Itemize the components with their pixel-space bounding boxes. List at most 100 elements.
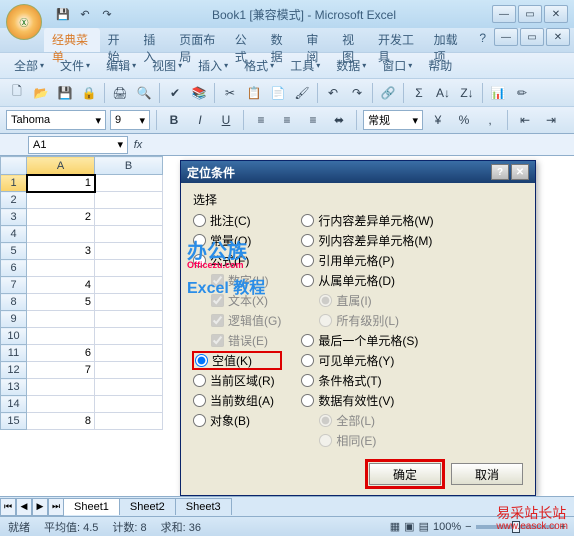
cell[interactable] <box>95 294 163 311</box>
help-icon[interactable]: ? <box>471 28 494 52</box>
align-right-icon[interactable]: ≡ <box>302 109 324 131</box>
cell[interactable] <box>95 362 163 379</box>
cell[interactable] <box>27 260 95 277</box>
cell[interactable] <box>27 192 95 209</box>
col-header-a[interactable]: A <box>27 157 95 175</box>
menu-edit[interactable]: 编辑▾ <box>98 54 144 77</box>
dialog-close-button[interactable]: ✕ <box>511 164 529 180</box>
cell[interactable]: 3 <box>27 243 95 260</box>
radio-current-array[interactable]: 当前数组(A) <box>193 392 281 409</box>
cell[interactable] <box>95 379 163 396</box>
row-header[interactable]: 4 <box>1 226 27 243</box>
row-header[interactable]: 8 <box>1 294 27 311</box>
radio-precedents[interactable]: 引用单元格(P) <box>301 252 433 269</box>
radio-cond-fmt[interactable]: 条件格式(T) <box>301 372 433 389</box>
row-header[interactable]: 11 <box>1 345 27 362</box>
sort-asc-icon[interactable]: A↓ <box>432 82 454 104</box>
cell[interactable] <box>27 396 95 413</box>
menu-view[interactable]: 视图▾ <box>144 54 190 77</box>
undo-icon[interactable]: ↶ <box>322 82 344 104</box>
row-header[interactable]: 3 <box>1 209 27 226</box>
menu-all[interactable]: 全部▾ <box>6 54 52 77</box>
radio-blanks[interactable]: 空值(K) <box>193 352 281 369</box>
wb-restore-button[interactable]: ▭ <box>520 28 544 46</box>
radio-visible[interactable]: 可见单元格(Y) <box>301 352 433 369</box>
radio-row-diff[interactable]: 行内容差异单元格(W) <box>301 212 433 229</box>
cell[interactable] <box>27 311 95 328</box>
cut-icon[interactable]: ✂ <box>219 82 241 104</box>
close-button[interactable]: ✕ <box>544 5 568 23</box>
percent-icon[interactable]: % <box>453 109 475 131</box>
wb-minimize-button[interactable]: — <box>494 28 518 46</box>
radio-formulas[interactable]: 公式(F) <box>193 252 281 269</box>
tab-formulas[interactable]: 公式 <box>227 28 263 52</box>
fx-icon[interactable]: fx <box>128 139 148 151</box>
cell[interactable] <box>95 243 163 260</box>
sheet-tab-1[interactable]: Sheet1 <box>63 498 120 515</box>
spell-icon[interactable]: ✔ <box>164 82 186 104</box>
radio-last-cell[interactable]: 最后一个单元格(S) <box>301 332 433 349</box>
underline-button[interactable]: U <box>215 109 237 131</box>
sheet-tab-3[interactable]: Sheet3 <box>175 498 232 515</box>
dialog-title-bar[interactable]: 定位条件 ? ✕ <box>181 161 535 183</box>
tab-review[interactable]: 审阅 <box>298 28 334 52</box>
view-layout-icon[interactable]: ▣ <box>404 520 414 533</box>
tab-developer[interactable]: 开发工具 <box>370 28 426 52</box>
merge-icon[interactable]: ⬌ <box>328 109 350 131</box>
row-header[interactable]: 1 <box>1 175 27 192</box>
cell[interactable]: 1 <box>27 175 95 192</box>
tab-data[interactable]: 数据 <box>263 28 299 52</box>
radio-col-diff[interactable]: 列内容差异单元格(M) <box>301 232 433 249</box>
menu-window[interactable]: 窗口▾ <box>374 54 420 77</box>
tab-layout[interactable]: 页面布局 <box>171 28 227 52</box>
tab-view[interactable]: 视图 <box>334 28 370 52</box>
redo-icon[interactable]: ↷ <box>98 5 116 23</box>
row-header[interactable]: 13 <box>1 379 27 396</box>
number-format-select[interactable]: 常规▾ <box>363 110 423 130</box>
menu-file[interactable]: 文件▾ <box>52 54 98 77</box>
wb-close-button[interactable]: ✕ <box>546 28 570 46</box>
row-header[interactable]: 6 <box>1 260 27 277</box>
select-all-corner[interactable] <box>1 157 27 175</box>
minimize-button[interactable]: — <box>492 5 516 23</box>
italic-button[interactable]: I <box>189 109 211 131</box>
cell[interactable] <box>95 260 163 277</box>
tab-insert[interactable]: 插入 <box>135 28 171 52</box>
cell[interactable] <box>27 328 95 345</box>
indent-dec-icon[interactable]: ⇤ <box>514 109 536 131</box>
row-header[interactable]: 7 <box>1 277 27 294</box>
cell[interactable] <box>95 345 163 362</box>
menu-format[interactable]: 格式▾ <box>236 54 282 77</box>
row-header[interactable]: 9 <box>1 311 27 328</box>
cell[interactable] <box>95 413 163 430</box>
ok-button[interactable]: 确定 <box>369 463 441 485</box>
cell[interactable] <box>95 192 163 209</box>
row-header[interactable]: 10 <box>1 328 27 345</box>
menu-tools[interactable]: 工具▾ <box>282 54 328 77</box>
tab-classic-menu[interactable]: 经典菜单 <box>44 28 100 52</box>
cell[interactable] <box>95 277 163 294</box>
cell[interactable] <box>95 396 163 413</box>
col-header-b[interactable]: B <box>95 157 163 175</box>
sheet-nav-prev[interactable]: ◀ <box>16 498 32 516</box>
cell[interactable] <box>95 311 163 328</box>
row-header[interactable]: 12 <box>1 362 27 379</box>
menu-help[interactable]: 帮助 <box>420 54 460 77</box>
name-box[interactable]: A1▾ <box>28 136 128 154</box>
cell[interactable]: 2 <box>27 209 95 226</box>
cell[interactable] <box>27 226 95 243</box>
copy-icon[interactable]: 📋 <box>243 82 265 104</box>
zoom-level[interactable]: 100% <box>433 521 461 533</box>
cell[interactable] <box>95 209 163 226</box>
cell[interactable]: 7 <box>27 362 95 379</box>
sheet-nav-first[interactable]: ⏮ <box>0 498 16 516</box>
radio-current-region[interactable]: 当前区域(R) <box>193 372 281 389</box>
radio-validation[interactable]: 数据有效性(V) <box>301 392 433 409</box>
new-icon[interactable]: 🗋 <box>6 82 28 104</box>
cancel-button[interactable]: 取消 <box>451 463 523 485</box>
cell[interactable]: 8 <box>27 413 95 430</box>
align-center-icon[interactable]: ≡ <box>276 109 298 131</box>
sort-desc-icon[interactable]: Z↓ <box>456 82 478 104</box>
tab-home[interactable]: 开始 <box>100 28 136 52</box>
cell[interactable]: 5 <box>27 294 95 311</box>
